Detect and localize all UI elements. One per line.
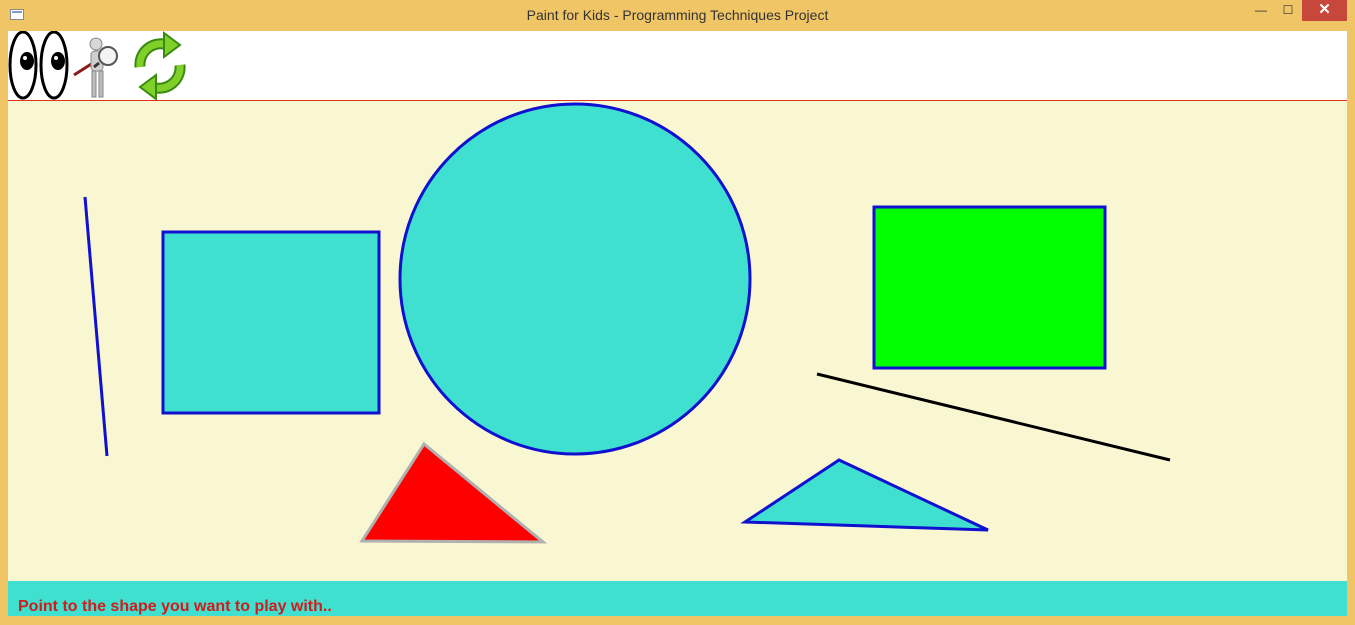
- shape-rectangle-green[interactable]: [872, 205, 1107, 370]
- shape-circle-turquoise[interactable]: [398, 102, 752, 456]
- status-bar: Point to the shape you want to play with…: [8, 581, 1347, 616]
- shape-line-black[interactable]: [816, 372, 1171, 462]
- client-area: Point to the shape you want to play with…: [8, 31, 1347, 616]
- refresh-icon[interactable]: [130, 31, 190, 100]
- shape-line-blue[interactable]: [83, 196, 109, 457]
- magnifier-figure-icon[interactable]: [72, 31, 122, 100]
- toolbar: [8, 31, 1347, 101]
- status-message: Point to the shape you want to play with…: [18, 598, 332, 615]
- title-bar[interactable]: Paint for Kids - Programming Techniques …: [0, 0, 1355, 31]
- minimize-button[interactable]: —: [1248, 0, 1274, 21]
- maximize-button[interactable]: ☐: [1275, 0, 1301, 21]
- app-window: Paint for Kids - Programming Techniques …: [0, 0, 1355, 625]
- eyes-icon[interactable]: [8, 31, 70, 100]
- drawing-canvas[interactable]: [8, 101, 1347, 581]
- shape-rectangle-turquoise[interactable]: [161, 230, 381, 415]
- shape-triangle-turquoise[interactable]: [740, 458, 989, 532]
- shape-triangle-red[interactable]: [359, 441, 548, 544]
- close-button[interactable]: ✕: [1302, 0, 1347, 21]
- window-title: Paint for Kids - Programming Techniques …: [526, 7, 829, 23]
